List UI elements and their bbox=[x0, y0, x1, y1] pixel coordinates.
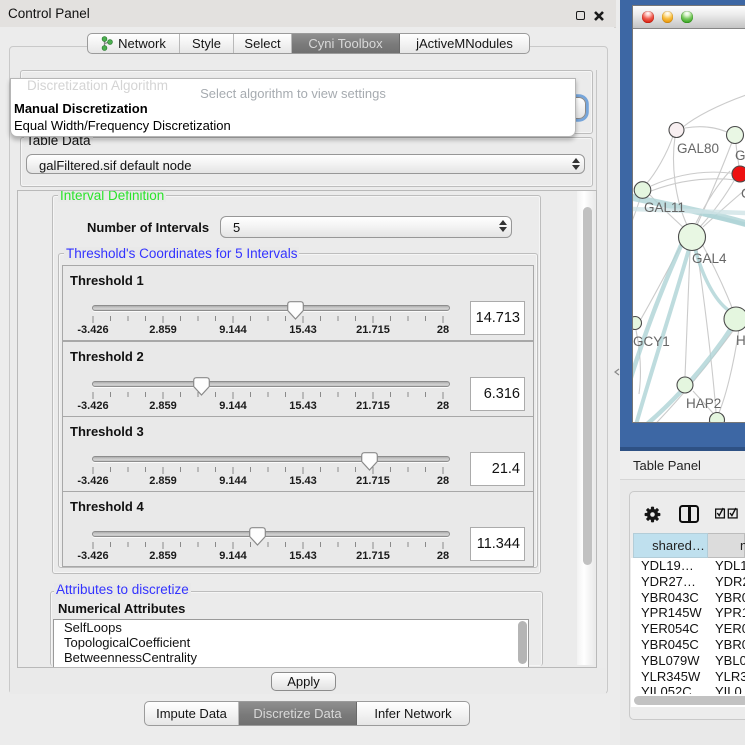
svg-text:C: C bbox=[741, 186, 745, 201]
svg-text:GAL4: GAL4 bbox=[692, 251, 727, 266]
svg-text:GAL11: GAL11 bbox=[644, 200, 685, 215]
svg-text:H: H bbox=[736, 333, 745, 348]
svg-text:GA: GA bbox=[735, 148, 745, 163]
svg-text:HAP2: HAP2 bbox=[686, 396, 721, 411]
svg-text:GAL80: GAL80 bbox=[677, 141, 719, 156]
svg-text:GCY1: GCY1 bbox=[633, 334, 670, 349]
